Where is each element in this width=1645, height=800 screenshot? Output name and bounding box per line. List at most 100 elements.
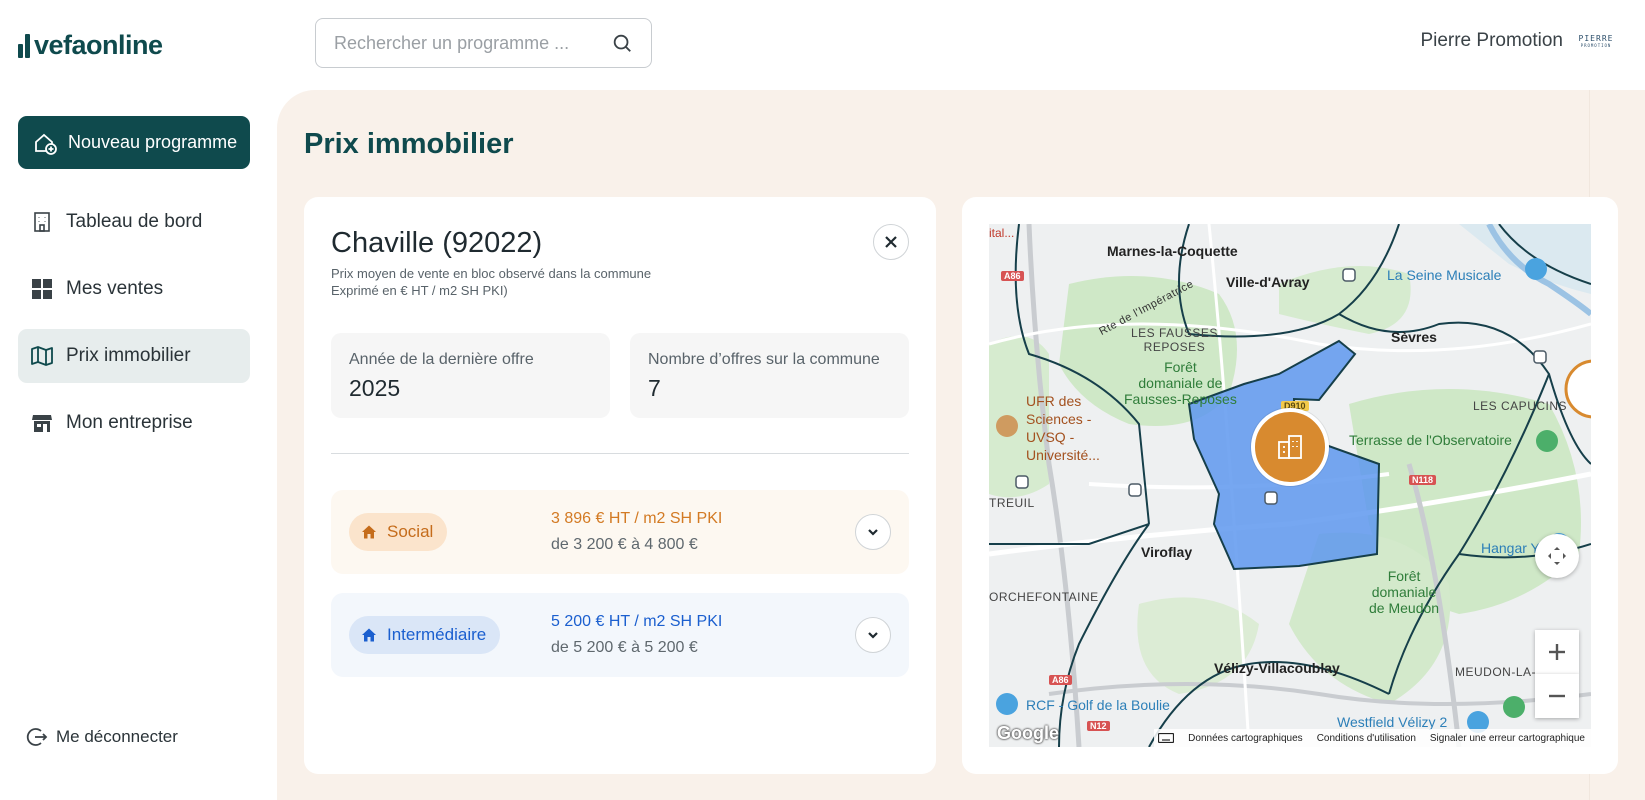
sidebar-item-mes-ventes[interactable]: Mes ventes — [18, 262, 250, 316]
price-range: de 3 200 € à 4 800 € — [551, 536, 698, 553]
new-program-label: Nouveau programme — [68, 132, 238, 152]
user-menu[interactable]: Pierre Promotion PIERRE PROMOTION — [1420, 30, 1617, 52]
map-view[interactable]: Marnes-la-Coquette Ville-d'Avray Sèvres … — [989, 224, 1591, 747]
sidebar-item-prix-immobilier[interactable]: Prix immobilier — [18, 329, 250, 383]
logo-mark-icon — [18, 33, 30, 58]
map-label-hospital: ital... — [989, 226, 1015, 240]
terms-link[interactable]: Conditions d'utilisation — [1317, 733, 1416, 744]
chevron-down-icon — [868, 529, 878, 536]
google-logo[interactable]: Google — [997, 723, 1059, 744]
map-card: Marnes-la-Coquette Ville-d'Avray Sèvres … — [962, 197, 1618, 774]
map-icon — [30, 344, 54, 368]
grid-icon — [30, 277, 54, 301]
intermediaire-badge: Intermédiaire — [349, 616, 501, 654]
sidebar-item-label: Tableau de bord — [66, 211, 203, 232]
main-content: Prix immobilier Chaville (92022) Prix mo… — [277, 90, 1645, 800]
social-badge: Social — [349, 513, 448, 551]
sidebar-item-mon-entreprise[interactable]: Mon entreprise — [18, 396, 250, 450]
map-data-link[interactable]: Données cartographiques — [1188, 733, 1303, 744]
stat-offer-count: Nombre d’offres sur la commune 7 — [630, 333, 909, 418]
close-icon — [885, 236, 897, 248]
home-icon — [362, 628, 376, 642]
price-row-social[interactable]: Social 3 896 € HT / m2 SH PKI de 3 200 €… — [331, 490, 909, 574]
building-icon — [30, 210, 54, 234]
map-label-foret-meudon: Forêt domaniale de Meudon — [1369, 568, 1440, 616]
commune-info-card: Chaville (92022) Prix moyen de vente en … — [304, 197, 936, 774]
add-home-icon — [35, 133, 57, 155]
map-label-westfield[interactable]: Westfield Vélizy 2 — [1337, 714, 1447, 730]
divider — [331, 453, 909, 454]
road-shield-n12: N12 — [1087, 721, 1110, 731]
expand-button[interactable] — [855, 617, 891, 653]
company-logo-line2: PROMOTION — [1580, 42, 1612, 48]
zoom-out-button[interactable] — [1535, 674, 1579, 718]
building-marker-icon — [1278, 435, 1302, 459]
map-label-fausses-reposes: LES FAUSSES REPOSES — [1131, 326, 1218, 354]
zoom-in-button[interactable] — [1535, 630, 1579, 674]
map-label-velizy: Vélizy-Villacoublay — [1214, 660, 1340, 676]
map-label-viroflay: Viroflay — [1141, 544, 1193, 560]
sidebar: Nouveau programme Tableau de bord Mes ve… — [0, 90, 277, 800]
close-button[interactable] — [873, 224, 909, 260]
price-average: 3 896 € HT / m2 SH PKI — [551, 510, 723, 527]
map-label-orchefontaine: ORCHEFONTAINE — [989, 590, 1099, 604]
search-icon[interactable] — [611, 32, 633, 54]
stat-value: 7 — [648, 375, 661, 401]
logout-icon — [26, 728, 48, 746]
stat-label: Nombre d’offres sur la commune — [648, 351, 880, 368]
fullscreen-icon — [1548, 547, 1566, 565]
badge-label: Social — [387, 522, 434, 541]
commune-subtitle: Prix moyen de vente en bloc observé dans… — [331, 265, 651, 299]
commune-title: Chaville (92022) — [331, 227, 543, 259]
map-attribution: Données cartographiques Conditions d'uti… — [1154, 729, 1591, 747]
map-label-ufr[interactable]: UFR des Sciences - UVSQ - Université... — [1026, 392, 1100, 464]
map-label-ville-davray: Ville-d'Avray — [1226, 274, 1310, 290]
badge-label: Intermédiaire — [387, 625, 487, 644]
stat-label: Année de la dernière offre — [349, 351, 534, 368]
logout-label: Me déconnecter — [56, 727, 178, 746]
keyboard-icon[interactable] — [1158, 733, 1175, 743]
subtitle-line-1: Prix moyen de vente en bloc observé dans… — [331, 266, 652, 281]
search-box[interactable] — [315, 18, 652, 68]
report-error-link[interactable]: Signaler une erreur cartographique — [1430, 733, 1585, 744]
logout-button[interactable]: Me déconnecter — [26, 726, 178, 748]
vefaonline-logo[interactable]: vefaonline — [18, 30, 163, 61]
map-label-treuil: TREUIL — [989, 496, 1035, 510]
company-logo-line1: PIERRE — [1578, 33, 1614, 43]
search-input[interactable] — [334, 32, 599, 54]
top-header: vefaonline Pierre Promotion PIERRE PROMO… — [0, 0, 1645, 90]
map-label-sevres: Sèvres — [1391, 329, 1437, 345]
company-logo: PIERRE PROMOTION — [1575, 31, 1617, 51]
user-name: Pierre Promotion — [1420, 30, 1563, 51]
price-row-intermediaire[interactable]: Intermédiaire 5 200 € HT / m2 SH PKI de … — [331, 593, 909, 677]
sidebar-item-label: Prix immobilier — [66, 345, 191, 366]
new-program-button[interactable]: Nouveau programme — [18, 116, 250, 169]
minus-icon — [1549, 694, 1565, 698]
map-label-terrasse[interactable]: Terrasse de l'Observatoire — [1349, 432, 1512, 448]
chevron-down-icon — [868, 632, 878, 639]
map-label-capucins: LES CAPUCINS — [1473, 399, 1568, 413]
logo-text: vefaonline — [34, 30, 163, 60]
store-icon — [30, 411, 54, 435]
page-title: Prix immobilier — [304, 128, 514, 160]
commune-marker[interactable] — [1251, 408, 1329, 486]
road-shield-n118: N118 — [1409, 475, 1437, 485]
map-label-seine-musicale[interactable]: La Seine Musicale — [1387, 267, 1501, 283]
subtitle-line-2: Exprimé en € HT / m2 SH PKI) — [331, 283, 508, 298]
map-label-marnes: Marnes-la-Coquette — [1107, 243, 1238, 259]
map-label-hangar-y[interactable]: Hangar Y — [1481, 540, 1540, 556]
map-label-rcf-golf[interactable]: RCF - Golf de la Boulie — [1026, 697, 1170, 713]
stat-value: 2025 — [349, 375, 401, 401]
stat-last-offer-year: Année de la dernière offre 2025 — [331, 333, 610, 418]
sidebar-item-label: Mon entreprise — [66, 412, 193, 433]
map-label-foret-fausses: Forêt domaniale de Fausses-Reposes — [1124, 359, 1237, 407]
fullscreen-button[interactable] — [1535, 534, 1579, 578]
price-average: 5 200 € HT / m2 SH PKI — [551, 613, 723, 630]
plus-icon — [1549, 644, 1565, 660]
map-label-meudon-la: MEUDON-LA- — [1455, 665, 1537, 679]
home-icon — [362, 525, 376, 539]
road-shield-a86: A86 — [1001, 271, 1024, 281]
expand-button[interactable] — [855, 514, 891, 550]
sidebar-item-tableau-de-bord[interactable]: Tableau de bord — [18, 195, 250, 249]
road-shield-a86: A86 — [1049, 675, 1072, 685]
